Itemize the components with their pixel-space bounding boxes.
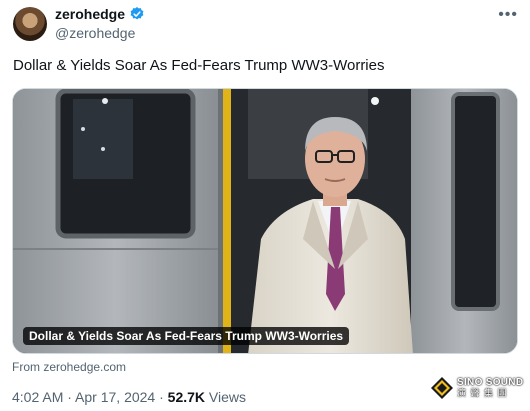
link-card-image[interactable]: Dollar & Yields Soar As Fed-Fears Trump … <box>12 88 518 354</box>
watermark: SINO SOUND 演 聲 集 團 <box>430 376 523 400</box>
views-count: 52.7K <box>167 389 206 405</box>
verified-badge-icon <box>129 6 145 22</box>
meta-separator: · <box>155 389 168 405</box>
watermark-subtitle: 演 聲 集 團 <box>457 388 508 398</box>
train-photo <box>13 89 517 353</box>
card-source-link[interactable]: From zerohedge.com <box>12 360 126 374</box>
tweet-time[interactable]: 4:02 AM <box>12 389 63 405</box>
tweet-text: Dollar & Yields Soar As Fed-Fears Trump … <box>13 57 385 74</box>
tweet-meta: 4:02 AM · Apr 17, 2024 · 52.7K Views <box>12 389 246 405</box>
sino-sound-logo-icon <box>431 377 453 399</box>
views-label: Views <box>208 389 247 405</box>
card-caption: Dollar & Yields Soar As Fed-Fears Trump … <box>23 327 350 345</box>
meta-separator: · <box>63 389 76 405</box>
author-avatar[interactable] <box>13 7 47 41</box>
watermark-brand: SINO SOUND <box>457 377 524 388</box>
author-display-name[interactable]: zerohedge <box>55 6 125 22</box>
author-name-row: zerohedge <box>55 6 145 22</box>
tweet-date[interactable]: Apr 17, 2024 <box>75 389 155 405</box>
more-horizontal-icon[interactable]: ••• <box>498 6 518 24</box>
author-handle[interactable]: @zerohedge <box>55 25 135 41</box>
